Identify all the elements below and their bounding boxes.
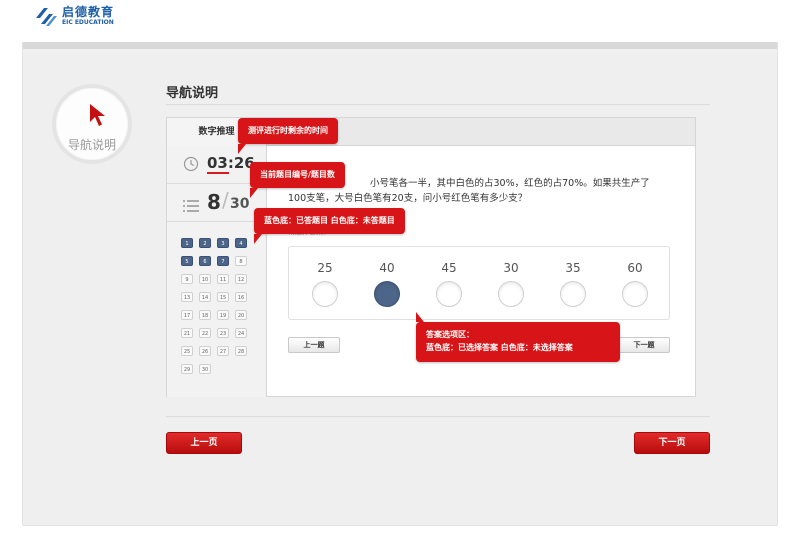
question-number-cell[interactable]: 5 bbox=[181, 256, 193, 266]
answer-option-value: 60 bbox=[627, 261, 643, 275]
page-title: 导航说明 bbox=[166, 86, 219, 101]
section-badge: 导航说明 bbox=[52, 84, 132, 164]
callout-grid: 蓝色底：已答题目 白色底：未答题目 bbox=[254, 208, 405, 244]
answer-option-value: 25 bbox=[317, 261, 333, 275]
answer-option-value: 30 bbox=[503, 261, 519, 275]
answer-option[interactable]: 60 bbox=[615, 261, 655, 307]
callout-answers-text: 蓝色底：已选择答案 白色底：未选择答案 bbox=[426, 343, 573, 352]
cursor-arrow-icon bbox=[88, 102, 108, 132]
answer-option[interactable]: 45 bbox=[429, 261, 469, 307]
question-number-cell[interactable]: 26 bbox=[199, 346, 211, 356]
answer-radio[interactable] bbox=[374, 281, 400, 307]
question-number-cell[interactable]: 21 bbox=[181, 328, 193, 338]
question-number-cell[interactable]: 24 bbox=[235, 328, 247, 338]
question-number-cell[interactable]: 6 bbox=[199, 256, 211, 266]
callout-timer-tail bbox=[238, 144, 246, 154]
brand-name-cn: 启德教育 bbox=[62, 5, 115, 19]
callout-answers-tail bbox=[416, 312, 424, 322]
question-number-cell[interactable]: 22 bbox=[199, 328, 211, 338]
question-number-cell[interactable]: 23 bbox=[217, 328, 229, 338]
brand-name-en: EIC EDUCATION bbox=[62, 19, 114, 26]
answer-options: 25 40 45 30 35 60 bbox=[288, 246, 670, 320]
prev-question-button[interactable]: 上一题 bbox=[288, 337, 340, 353]
count-separator: / bbox=[222, 188, 229, 212]
answer-option[interactable]: 25 bbox=[305, 261, 345, 307]
next-question-button[interactable]: 下一题 bbox=[618, 337, 670, 353]
question-number-cell[interactable]: 20 bbox=[235, 310, 247, 320]
question-number-cell[interactable]: 18 bbox=[199, 310, 211, 320]
callout-grid-tail bbox=[254, 234, 262, 244]
question-number-cell[interactable]: 4 bbox=[235, 238, 247, 248]
question-number-cell[interactable]: 8 bbox=[235, 256, 247, 266]
current-question-number: 8 bbox=[207, 190, 221, 214]
question-number-cell[interactable]: 2 bbox=[199, 238, 211, 248]
question-number-cell[interactable]: 11 bbox=[217, 274, 229, 284]
answer-option[interactable]: 40 bbox=[367, 261, 407, 307]
question-number-cell[interactable]: 16 bbox=[235, 292, 247, 302]
answer-option[interactable]: 35 bbox=[553, 261, 593, 307]
question-number-cell[interactable]: 14 bbox=[199, 292, 211, 302]
question-number-cell[interactable]: 28 bbox=[235, 346, 247, 356]
answer-radio[interactable] bbox=[498, 281, 524, 307]
answer-option-value: 40 bbox=[379, 261, 395, 275]
callout-answers-title: 答案选项区： bbox=[426, 330, 474, 339]
brand-logo[interactable]: 启德教育 EIC EDUCATION bbox=[34, 4, 114, 28]
next-page-button[interactable]: 下一页 bbox=[634, 432, 710, 454]
list-icon bbox=[183, 197, 199, 216]
badge-label: 导航说明 bbox=[67, 138, 116, 152]
question-number-cell[interactable]: 19 bbox=[217, 310, 229, 320]
callout-count: 当前题目编号/题目数 bbox=[250, 162, 345, 198]
callout-count-text: 当前题目编号/题目数 bbox=[260, 170, 335, 179]
answer-radio[interactable] bbox=[622, 281, 648, 307]
answer-radio[interactable] bbox=[436, 281, 462, 307]
question-number-cell[interactable]: 9 bbox=[181, 274, 193, 284]
question-number-cell[interactable]: 30 bbox=[199, 364, 211, 374]
answer-option[interactable]: 30 bbox=[491, 261, 531, 307]
question-text: 小号笔各一半，其中白色的占30%，红色的占70%。如果共生产了 100支笔，大号… bbox=[288, 176, 688, 206]
question-number-cell[interactable]: 29 bbox=[181, 364, 193, 374]
callout-timer: 测评进行时剩余的时间 bbox=[238, 118, 338, 154]
question-number-cell[interactable]: 15 bbox=[217, 292, 229, 302]
callout-count-tail bbox=[250, 188, 258, 198]
question-number-cell[interactable]: 3 bbox=[217, 238, 229, 248]
answer-option-value: 45 bbox=[441, 261, 457, 275]
total-question-count: 30 bbox=[230, 196, 250, 212]
question-number-cell[interactable]: 12 bbox=[235, 274, 247, 284]
question-line-1: 小号笔各一半，其中白色的占30%，红色的占70%。如果共生产了 bbox=[370, 178, 650, 189]
callout-timer-text: 测评进行时剩余的时间 bbox=[248, 126, 328, 135]
question-number-cell[interactable]: 25 bbox=[181, 346, 193, 356]
answer-radio[interactable] bbox=[560, 281, 586, 307]
callout-grid-text: 蓝色底：已答题目 白色底：未答题目 bbox=[264, 216, 395, 225]
title-divider bbox=[166, 104, 710, 105]
question-number-cell[interactable]: 27 bbox=[217, 346, 229, 356]
answer-radio[interactable] bbox=[312, 281, 338, 307]
question-line-2: 100支笔，大号白色笔有20支，问小号红色笔有多少支？ bbox=[288, 193, 528, 204]
clock-icon bbox=[183, 156, 199, 176]
page: 启德教育 EIC EDUCATION 导航说明 导航说明 数字推理 03:26 … bbox=[0, 0, 800, 541]
timer-underline bbox=[207, 172, 229, 174]
eic-logo-icon bbox=[34, 4, 58, 28]
nav-divider bbox=[166, 416, 710, 417]
question-number-cell[interactable]: 10 bbox=[199, 274, 211, 284]
question-number-cell[interactable]: 1 bbox=[181, 238, 193, 248]
question-number-cell[interactable]: 7 bbox=[217, 256, 229, 266]
timer-value: 03:26 bbox=[207, 154, 255, 172]
question-number-cell[interactable]: 13 bbox=[181, 292, 193, 302]
callout-answers: 答案选项区： 蓝色底：已选择答案 白色底：未选择答案 bbox=[416, 312, 620, 362]
question-number-cell[interactable]: 17 bbox=[181, 310, 193, 320]
prev-page-button[interactable]: 上一页 bbox=[166, 432, 242, 454]
answer-option-value: 35 bbox=[565, 261, 581, 275]
